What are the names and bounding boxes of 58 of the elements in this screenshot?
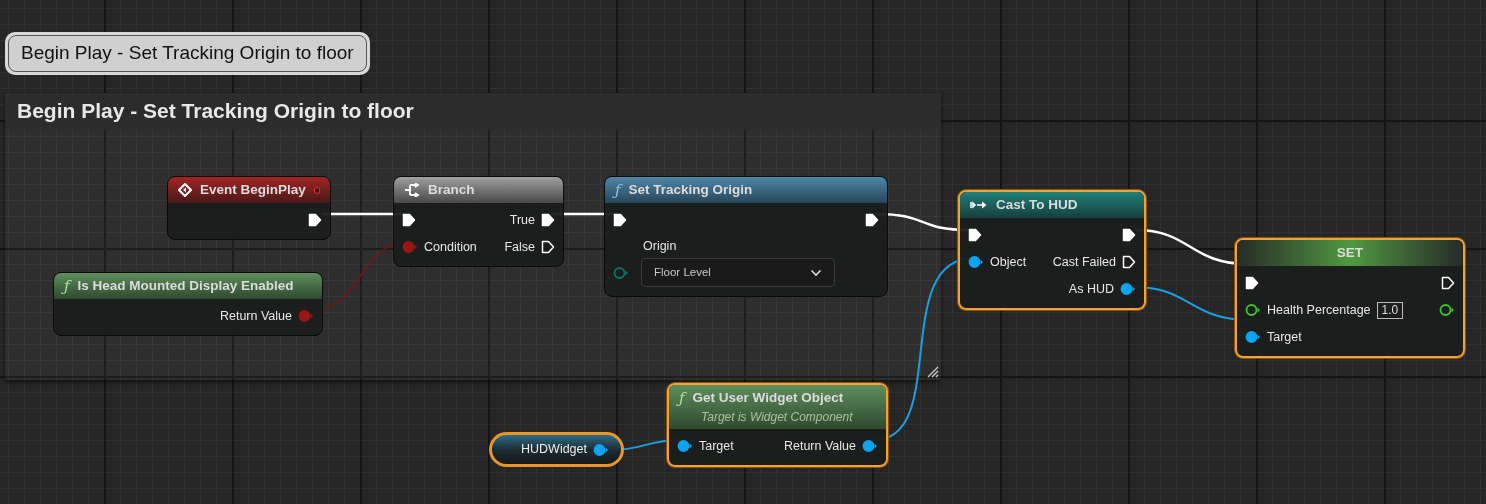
blueprint-node[interactable]: Event BeginPlay <box>167 176 331 241</box>
data-pin-icon[interactable] <box>1439 303 1455 318</box>
resize-grip-icon[interactable] <box>927 366 939 378</box>
node-title: Cast To HUD <box>996 196 1078 214</box>
exec-pin-icon[interactable] <box>1122 228 1136 243</box>
exec-pin-icon[interactable] <box>865 213 879 228</box>
node-title: Set Tracking Origin <box>628 181 753 199</box>
pin-label: Condition <box>424 238 477 256</box>
exec-pin-icon[interactable] <box>1122 255 1136 270</box>
node-subtitle: Target is Widget Component <box>701 409 854 427</box>
cast-arrow-icon <box>970 200 988 211</box>
data-pin-icon[interactable] <box>593 442 609 457</box>
node-title: Get User Widget Object <box>692 389 844 407</box>
blueprint-node[interactable]: Branch True Condition False <box>393 176 564 268</box>
value-field[interactable]: 1.0 <box>1376 301 1404 319</box>
exec-pin-icon[interactable] <box>1245 276 1259 291</box>
blueprint-node[interactable]: ƒ Is Head Mounted Display Enabled Return Value <box>53 272 323 337</box>
dropdown[interactable]: Floor Level <box>641 258 835 288</box>
node-title: Event BeginPlay <box>200 181 306 199</box>
pin-label: Object <box>990 253 1027 271</box>
pin-label: Cast Failed <box>1052 253 1116 271</box>
exec-pin-icon[interactable] <box>308 213 322 228</box>
pin-label: Origin <box>643 238 678 256</box>
comment-bubble[interactable]: Begin Play - Set Tracking Origin to floor <box>5 32 370 75</box>
blueprint-node[interactable]: ƒ Set Tracking Origin Origin Floor Level <box>604 176 888 298</box>
variable-node[interactable]: HUDWidget <box>489 432 624 467</box>
exec-pin-icon[interactable] <box>541 213 555 228</box>
pin-label: Health Percentage <box>1267 301 1371 319</box>
exec-pin-icon[interactable] <box>1441 276 1455 291</box>
data-pin-icon[interactable] <box>1245 303 1261 318</box>
pin-label: False <box>504 238 535 256</box>
pin-label: Target <box>699 437 734 455</box>
pin-label: Return Value <box>219 307 292 325</box>
variable-name: HUDWidget <box>521 441 587 459</box>
data-pin-icon[interactable] <box>1245 330 1261 345</box>
pin-label: Target <box>1267 328 1302 346</box>
data-pin-icon[interactable] <box>862 439 878 454</box>
exec-pin-icon[interactable] <box>968 228 982 243</box>
event-diamond-icon <box>178 183 192 198</box>
data-pin-icon[interactable] <box>968 255 984 270</box>
exec-pin-icon[interactable] <box>541 240 555 255</box>
node-title: SET <box>1336 244 1364 262</box>
blueprint-node[interactable]: Cast To HUD Object Cast Failed As HUD <box>958 190 1146 311</box>
pin-label: True <box>509 211 535 229</box>
pin-label: Return Value <box>783 437 856 455</box>
blueprint-node[interactable]: ƒ Get User Widget Object Target is Widget Component Target Return Value <box>667 383 888 468</box>
chevron-down-icon <box>810 268 822 277</box>
node-title: Branch <box>428 181 475 199</box>
delegate-pin-icon[interactable] <box>313 184 320 196</box>
exec-pin-icon[interactable] <box>613 213 627 228</box>
node-title: Is Head Mounted Display Enabled <box>77 277 294 295</box>
branch-icon <box>404 183 420 198</box>
comment-title: Begin Play - Set Tracking Origin to floor <box>17 98 414 125</box>
blueprint-node[interactable]: SET Health Percentage 1.0 Target <box>1235 238 1465 359</box>
pin-label: As HUD <box>1068 280 1114 298</box>
data-pin-icon[interactable] <box>1120 282 1136 297</box>
data-pin-icon[interactable] <box>677 439 693 454</box>
exec-pin-icon[interactable] <box>402 213 416 228</box>
